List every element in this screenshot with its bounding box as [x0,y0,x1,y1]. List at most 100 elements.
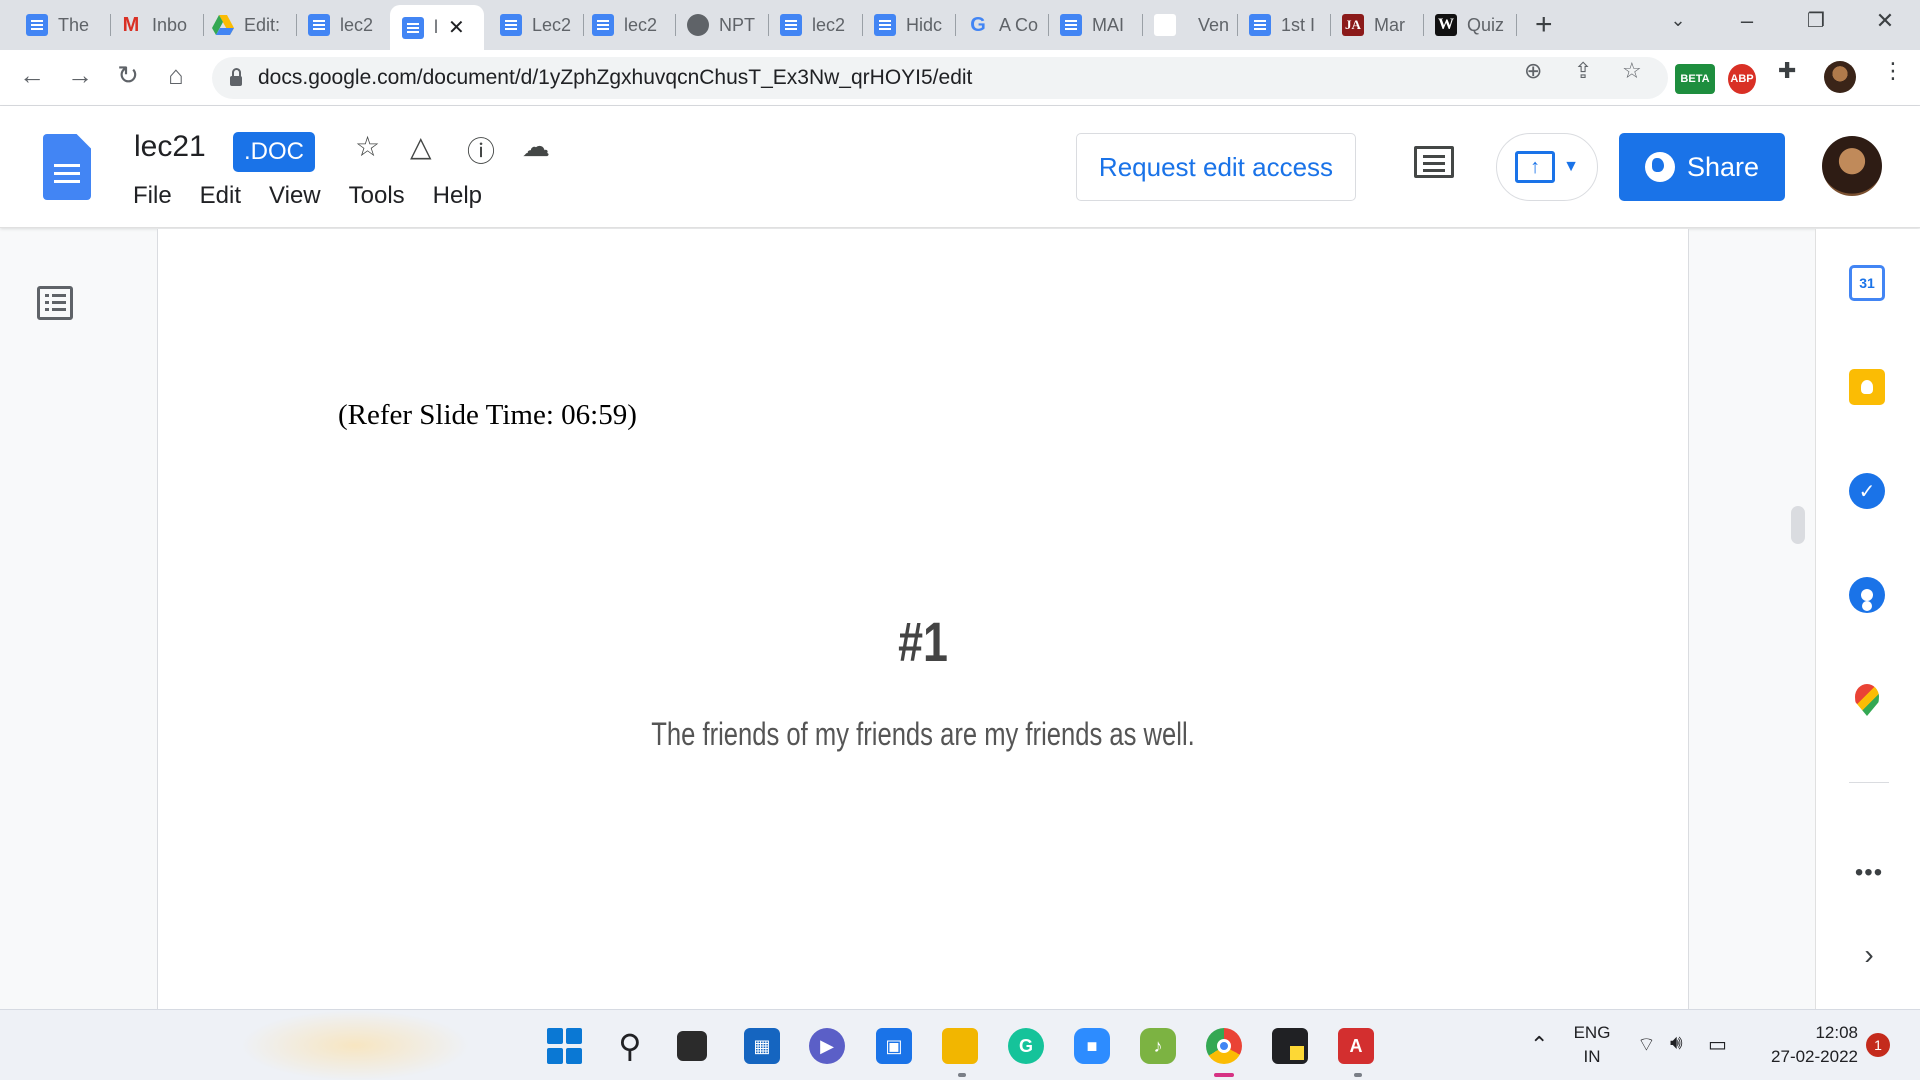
refer-slide-time: (Refer Slide Time: 06:59) [338,399,637,431]
menu-view[interactable]: View [269,182,321,210]
task-view-icon[interactable] [677,1031,707,1061]
more-addons-icon[interactable]: ••• [1849,859,1889,887]
info-icon[interactable]: ⓘ [467,130,495,170]
tab-search-icon[interactable]: ⌄ [1658,10,1698,31]
document-title[interactable]: lec21 [134,130,206,164]
battery-icon[interactable]: ▭ [1708,1032,1727,1057]
globe-icon [687,14,709,36]
bookmark-star-icon[interactable]: ☆ [1622,58,1642,84]
chrome-menu-icon[interactable]: ⋮ [1882,58,1904,84]
share-label: Share [1686,151,1760,182]
address-bar[interactable]: docs.google.com/document/d/1yZphZgxhuvqc… [212,57,1668,99]
close-window-icon[interactable]: ✕ [1865,8,1905,34]
restore-icon[interactable]: ❐ [1796,8,1836,33]
browser-tab[interactable]: Lec2 [488,7,580,43]
lock-icon [230,68,242,86]
sticky-notes-icon[interactable] [1272,1028,1308,1064]
request-edit-access-button[interactable]: Request edit access [1076,133,1356,201]
close-tab-icon[interactable]: ✕ [448,15,465,40]
side-panel: 31 ••• › [1815,229,1920,1009]
docs-icon [402,16,424,39]
avatar [1824,61,1856,93]
browser-tab[interactable]: JA Mar [1330,7,1422,43]
url-text: docs.google.com/document/d/1yZphZgxhuvqc… [258,66,973,89]
menu-tools[interactable]: Tools [349,182,405,210]
docs-icon [1249,14,1271,36]
acrobat-icon[interactable]: A [1338,1028,1374,1064]
expand-panel-icon[interactable]: › [1849,939,1889,971]
browser-tab[interactable]: lec2 [768,7,860,43]
extensions-puzzle-icon[interactable]: ✚ [1778,58,1796,84]
taskbar: ⚲ ▦ ▶ ▣ G ■ ♪ A ⌃ ENG IN ⌔ 🔊︎ ▭ 12:08 27… [0,1009,1920,1080]
clock[interactable]: 12:08 27-02-2022 [1748,1023,1858,1067]
menu-help[interactable]: Help [433,182,482,210]
share-button[interactable]: Share [1619,133,1785,201]
maps-icon[interactable] [1855,684,1879,716]
browser-tab[interactable]: GA Co [955,7,1047,43]
browser-tab[interactable]: W Quiz [1423,7,1515,43]
tasks-icon[interactable] [1849,473,1885,509]
cloud-saved-icon[interactable]: ☁ [522,130,550,163]
present-button[interactable]: ↑ ▼ [1496,133,1598,201]
back-icon[interactable]: ← [14,60,50,91]
beta-extension-icon[interactable]: BETA [1675,64,1715,94]
contacts-icon[interactable] [1849,577,1885,613]
calendar-icon[interactable]: 31 [1849,265,1885,301]
document-page[interactable]: (Refer Slide Time: 06:59) #1 The friends… [157,229,1689,1009]
zoom-icon[interactable]: ⊕ [1524,58,1542,84]
browser-tab[interactable]: 1st I [1237,7,1329,43]
reload-icon[interactable]: ↻ [110,60,146,91]
star-icon[interactable]: ☆ [355,130,380,163]
google-icon: G [970,13,986,36]
store-icon[interactable]: ▣ [876,1028,912,1064]
w-icon: W [1435,14,1457,36]
browser-tab[interactable]: Hidc [862,7,954,43]
running-indicator [958,1073,966,1077]
profile-avatar-small[interactable] [1824,61,1856,93]
scrollbar-thumb[interactable] [1791,506,1805,544]
share-page-icon[interactable]: ⇪ [1574,58,1592,84]
docs-logo-icon[interactable] [43,134,91,200]
browser-tab[interactable]: MAI [1048,7,1140,43]
file-explorer-icon[interactable] [942,1028,978,1064]
forward-icon[interactable]: → [62,60,98,91]
menu-file[interactable]: File [133,182,172,210]
slide-text: The friends of my friends are my friends… [651,716,1195,752]
volume-icon[interactable]: 🔊︎ [1670,1032,1683,1055]
browser-tab-active[interactable]: l ✕ [390,5,484,50]
grammarly-icon[interactable]: G [1008,1028,1044,1064]
show-hidden-icons-icon[interactable]: ⌃ [1530,1032,1548,1058]
new-tab-icon[interactable]: + [1535,8,1553,42]
keep-icon[interactable] [1849,369,1885,405]
search-icon[interactable]: ⚲ [612,1028,648,1064]
comments-icon[interactable] [1414,146,1454,178]
notification-badge[interactable]: 1 [1866,1033,1890,1057]
docs-icon [592,14,614,36]
active-app-indicator [1214,1073,1234,1077]
move-to-drive-icon[interactable]: △ [410,130,432,163]
browser-toolbar: ← → ↻ ⌂ docs.google.com/document/d/1yZph… [0,50,1920,106]
teams-chat-icon[interactable]: ▶ [809,1028,845,1064]
docs-icon [874,14,896,36]
menu-edit[interactable]: Edit [200,182,241,210]
browser-tab[interactable]: Edit: [200,7,292,43]
chrome-icon[interactable] [1206,1028,1242,1064]
browser-tab[interactable]: lec2 [580,7,672,43]
docs-icon [500,14,522,36]
widgets-icon[interactable]: ▦ [744,1028,780,1064]
minimize-icon[interactable]: – [1727,8,1767,34]
browser-tab[interactable]: lec2 [296,7,388,43]
zoom-app-icon[interactable]: ■ [1074,1028,1110,1064]
home-icon[interactable]: ⌂ [158,60,194,91]
wifi-icon[interactable]: ⌔ [1637,1032,1656,1057]
language-indicator[interactable]: ENG IN [1572,1023,1612,1067]
adblock-icon[interactable]: ABP [1728,64,1756,94]
document-outline-icon[interactable] [37,286,73,320]
browser-tab[interactable]: The [14,7,109,43]
music-app-icon[interactable]: ♪ [1140,1028,1176,1064]
browser-tab[interactable]: NPT [675,7,767,43]
windows-start-icon[interactable] [546,1028,582,1064]
browser-tab[interactable]: Ven [1142,7,1234,43]
browser-tab[interactable]: M Inbo [108,7,200,43]
account-avatar[interactable] [1822,136,1882,196]
